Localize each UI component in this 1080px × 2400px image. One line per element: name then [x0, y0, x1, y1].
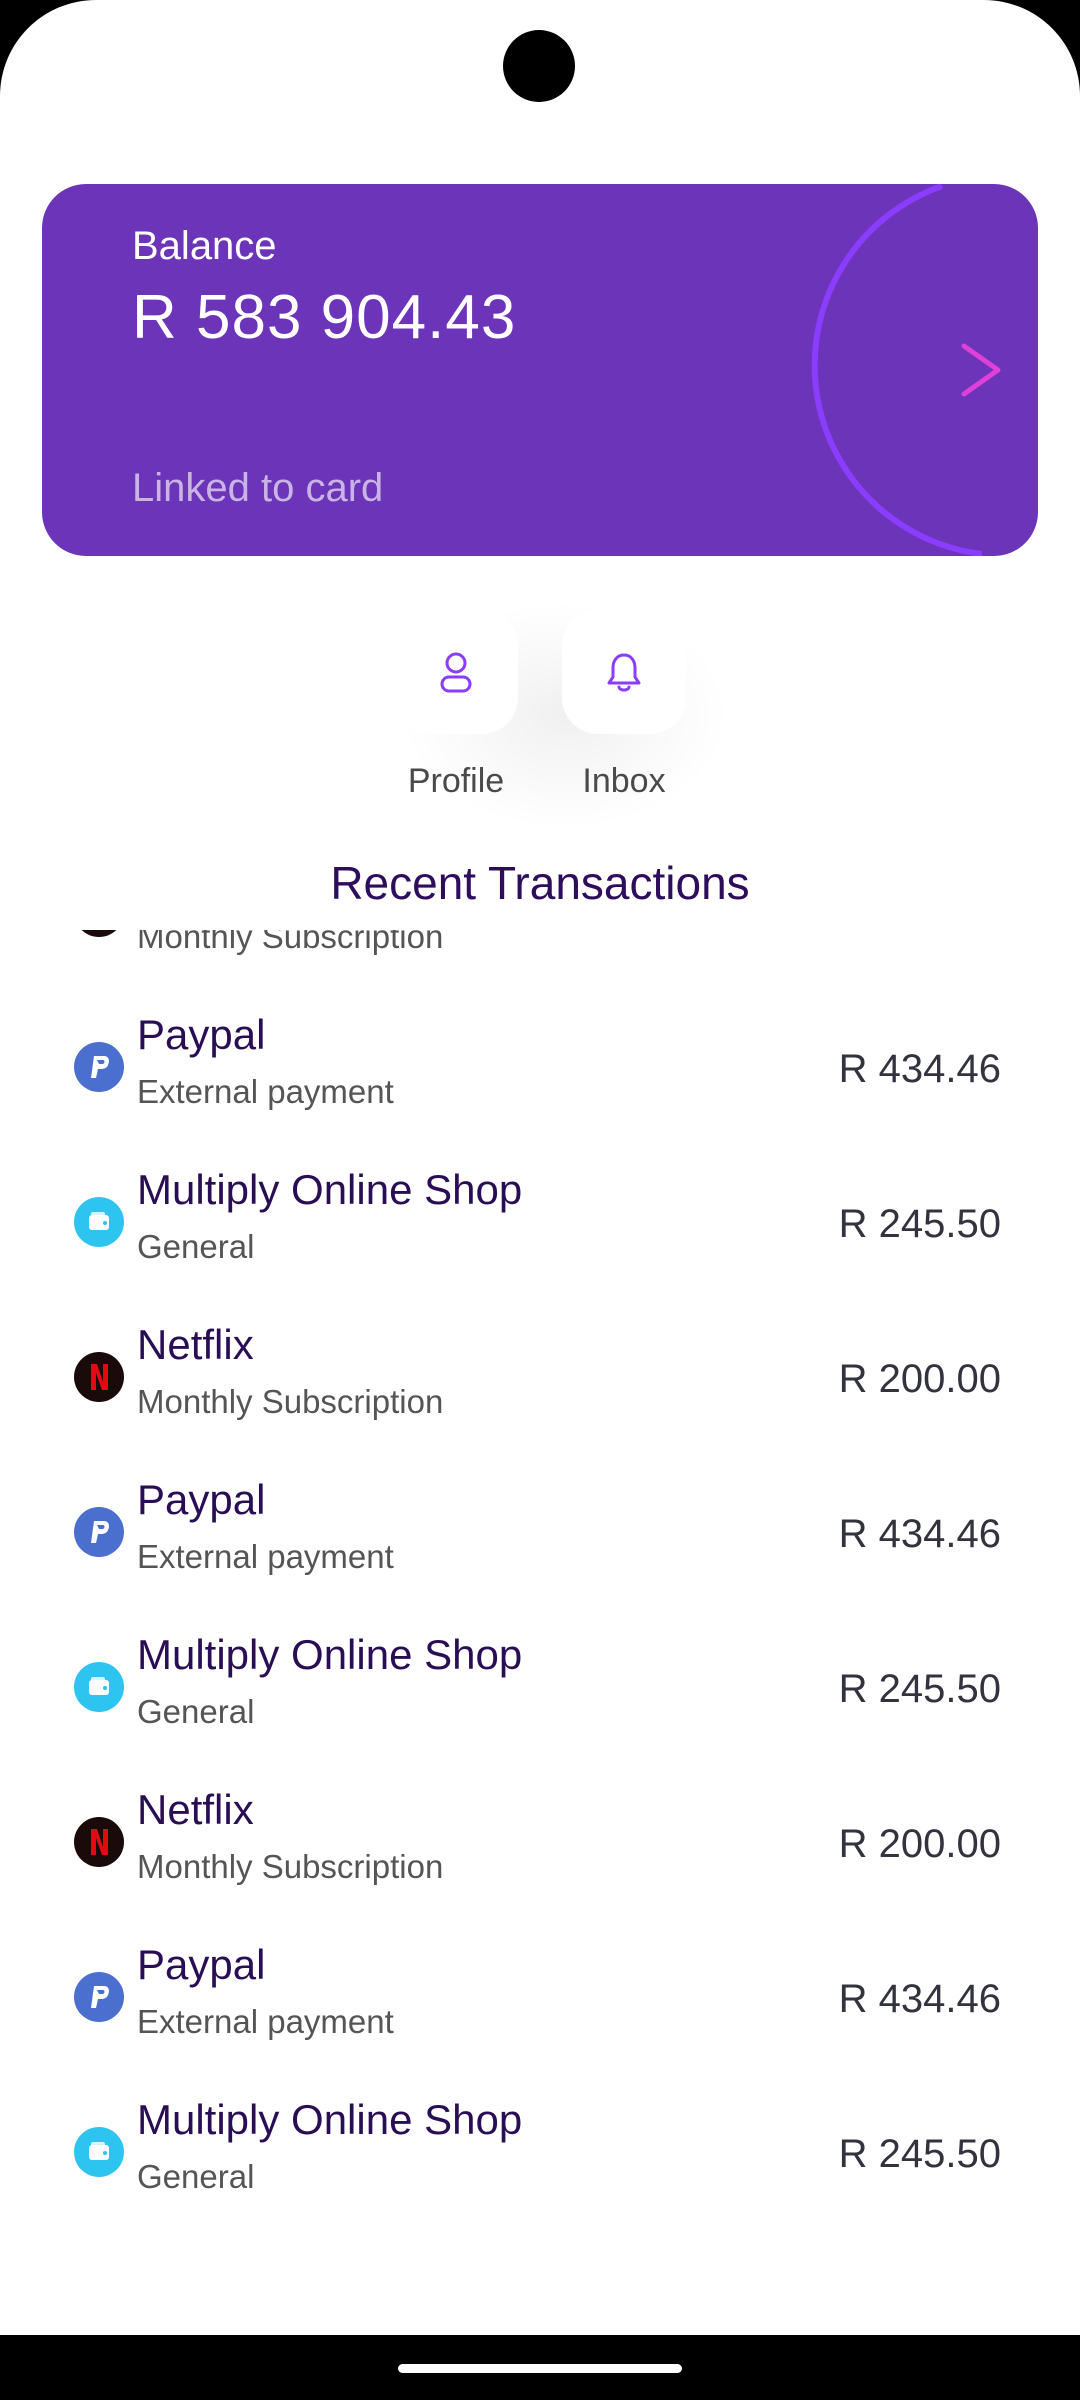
transaction-name: Multiply Online Shop [137, 2096, 523, 2143]
transaction-row[interactable]: Multiply Online Shop General R 245.50 [0, 1623, 1080, 1778]
profile-button[interactable]: Profile [366, 610, 546, 801]
wallet-icon [74, 1662, 124, 1712]
chevron-right-icon [961, 343, 1001, 397]
transaction-row[interactable]: Paypal External payment R 434.46 [0, 1003, 1080, 1158]
person-icon [440, 652, 472, 693]
transaction-row[interactable]: Paypal External payment R 434.46 [0, 1933, 1080, 2088]
wallet-icon [74, 1197, 124, 1247]
transaction-row[interactable]: NetflixMonthly SubscriptionR 200.00 [0, 930, 1080, 1003]
transaction-category: General [137, 1228, 255, 1265]
transaction-amount: R 200.00 [838, 1822, 1001, 1866]
transaction-name: Multiply Online Shop [137, 1631, 523, 1678]
transaction-category: External payment [137, 2003, 394, 2040]
inbox-button[interactable]: Inbox [534, 610, 714, 801]
transaction-category: External payment [137, 1538, 394, 1575]
transaction-amount: R 200.00 [839, 930, 1001, 937]
netflix-icon [74, 930, 124, 937]
profile-label: Profile [407, 762, 505, 800]
paypal-icon [74, 1042, 124, 1092]
transaction-amount: R 245.50 [838, 1667, 1001, 1711]
paypal-icon [74, 1507, 124, 1557]
transaction-category: External payment [137, 1073, 394, 1110]
transactions-list[interactable]: Netflix Monthly Subscription R 200.00 Paypa… [0, 930, 1080, 2335]
front-camera-cutout [503, 30, 575, 102]
inbox-tile[interactable] [562, 610, 686, 734]
linked-to-card-label: Linked to card [132, 466, 384, 510]
transaction-amount: R 434.46 [838, 1512, 1001, 1556]
transaction-row[interactable]: Multiply Online Shop General R 245.50 [0, 2088, 1080, 2243]
balance-card[interactable]: Balance R 583 904.43 Linked to card [42, 184, 1038, 556]
transaction-name: Paypal [137, 1941, 266, 1988]
transaction-name: Netflix [137, 1321, 254, 1368]
transaction-row[interactable]: Netflix Monthly Subscription R 200.00 [0, 1778, 1080, 1933]
inbox-label: Inbox [582, 762, 666, 800]
transaction-category: General [137, 2158, 255, 2195]
wallet-icon [74, 2127, 124, 2177]
transaction-category: Monthly Subscription [137, 1848, 444, 1885]
transaction-name: Paypal [137, 1476, 266, 1523]
transaction-amount: R 245.50 [838, 2132, 1001, 2176]
recent-transactions-title: Recent Transactions [330, 857, 750, 909]
transaction-category: Monthly Subscription [137, 1383, 444, 1420]
netflix-icon [74, 1817, 124, 1867]
home-indicator[interactable] [398, 2364, 682, 2373]
balance-label: Balance [132, 224, 277, 268]
transaction-category: General [137, 1693, 255, 1730]
profile-tile[interactable] [394, 610, 518, 734]
bell-icon [607, 653, 641, 692]
transaction-amount: R 434.46 [838, 1977, 1001, 2021]
transaction-row[interactable]: Netflix Monthly Subscription R 200.00 [0, 1313, 1080, 1468]
app-screen: Balance R 583 904.43 Linked to card Prof… [0, 0, 1080, 2335]
paypal-icon [74, 1972, 124, 2022]
transaction-amount: R 245.50 [838, 1202, 1001, 1246]
transaction-category: Monthly Subscription [137, 930, 444, 955]
transaction-name: Multiply Online Shop [137, 1166, 523, 1213]
transaction-name: Netflix [137, 1786, 254, 1833]
transaction-amount: R 200.00 [838, 1357, 1001, 1401]
transaction-name: Paypal [137, 1011, 266, 1058]
transaction-row[interactable]: Paypal External payment R 434.46 [0, 1468, 1080, 1623]
transaction-row[interactable]: Multiply Online Shop General R 245.50 [0, 1158, 1080, 1313]
netflix-icon [74, 1352, 124, 1402]
transaction-amount: R 434.46 [838, 1047, 1001, 1091]
balance-amount: R 583 904.43 [132, 283, 517, 352]
balance-details-button[interactable] [942, 330, 1012, 410]
